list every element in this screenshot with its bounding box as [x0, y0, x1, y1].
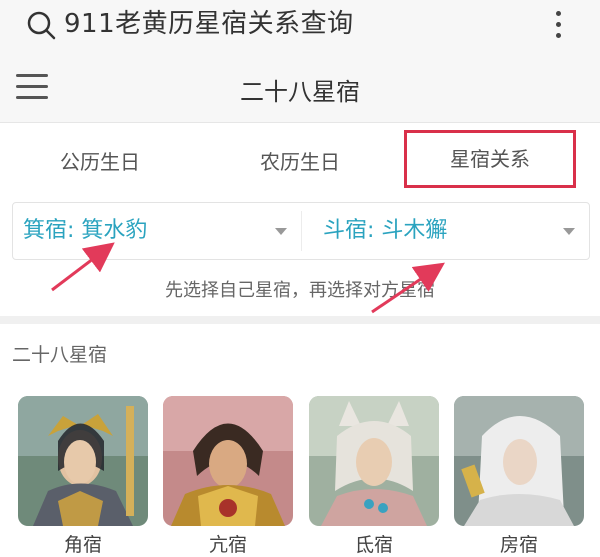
mansion-card-kang[interactable] [163, 396, 293, 526]
tab-lunar-birthday[interactable]: 农历生日 [240, 146, 360, 175]
app-header: 二十八星宿 [0, 50, 600, 123]
mansion-card-label: 亢宿 [208, 534, 247, 556]
tab-gregorian-birthday[interactable]: 公历生日 [40, 146, 160, 175]
search-bar[interactable]: 911老黄历星宿关系查询 [0, 0, 600, 50]
character-portrait-image [18, 396, 148, 526]
section-title: 二十八星宿 [12, 344, 108, 366]
mansion-card-label: 角宿 [63, 534, 102, 556]
chevron-down-icon[interactable] [563, 228, 575, 235]
mansion-selectors: 箕宿: 箕水豹 斗宿: 斗木獬 [12, 202, 590, 260]
mansion-card-label: 房宿 [499, 534, 538, 556]
instruction-text: 先选择自己星宿，再选择对方星宿 [165, 280, 435, 301]
section-divider [0, 316, 600, 324]
mansion-card-fang[interactable] [454, 396, 584, 526]
character-portrait-image [309, 396, 439, 526]
page-title: 二十八星宿 [240, 78, 360, 106]
character-portrait-image [163, 396, 293, 526]
more-options-icon[interactable] [548, 8, 568, 42]
mansion-card-label: 氐宿 [354, 534, 393, 556]
divider [301, 211, 302, 251]
search-query[interactable]: 911老黄历星宿关系查询 [64, 6, 354, 42]
tab-bar: 公历生日 农历生日 星宿关系 [0, 124, 600, 194]
mansion-card-di[interactable] [309, 396, 439, 526]
chevron-down-icon[interactable] [275, 228, 287, 235]
own-mansion-select[interactable]: 箕宿: 箕水豹 [23, 203, 301, 259]
mansion-card-jiao[interactable] [18, 396, 148, 526]
search-icon[interactable] [26, 10, 58, 42]
tab-mansion-relation[interactable]: 星宿关系 [404, 130, 576, 188]
character-portrait-image [454, 396, 584, 526]
other-mansion-select[interactable]: 斗宿: 斗木獬 [313, 203, 593, 259]
